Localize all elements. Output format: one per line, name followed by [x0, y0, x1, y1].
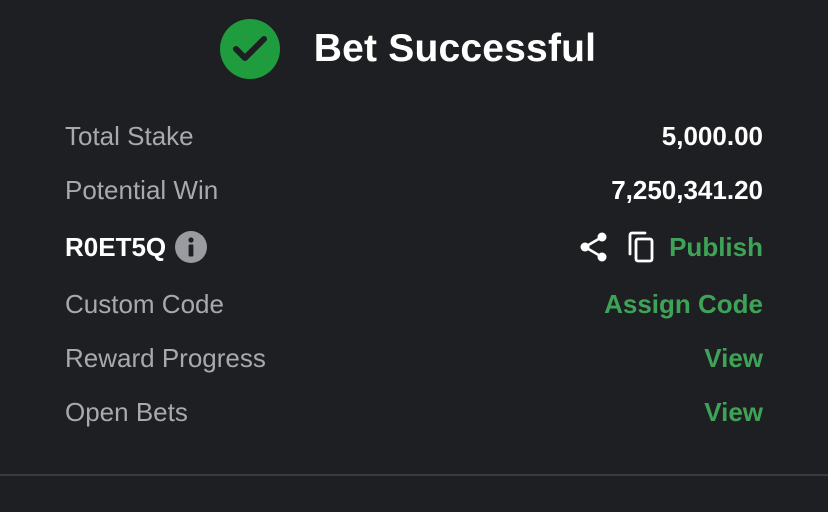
share-icon[interactable] [579, 231, 609, 263]
info-icon[interactable] [175, 231, 208, 263]
custom-code-row: Custom Code Assign Code [65, 284, 763, 324]
assign-code-button[interactable]: Assign Code [604, 289, 763, 320]
divider [0, 474, 828, 476]
open-bets-label: Open Bets [65, 396, 188, 427]
total-stake-row: Total Stake 5,000.00 [65, 116, 763, 156]
open-bets-view-button[interactable]: View [704, 397, 763, 428]
check-circle-icon [219, 19, 280, 79]
bet-success-panel: Bet Successful Total Stake 5,000.00 Pote… [0, 0, 828, 512]
page-title: Bet Successful [313, 27, 597, 70]
potential-win-row: Potential Win 7,250,341.20 [65, 170, 763, 210]
total-stake-value: 5,000.00 [661, 120, 763, 151]
copy-icon[interactable] [627, 230, 655, 264]
publish-button[interactable]: Publish [669, 232, 763, 263]
booking-code-row: R0ET5Q Publish [65, 227, 763, 267]
potential-win-value: 7,250,341.20 [611, 174, 763, 205]
reward-progress-view-button[interactable]: View [704, 343, 763, 374]
header: Bet Successful [0, 18, 828, 80]
reward-progress-row: Reward Progress View [65, 338, 763, 378]
custom-code-label: Custom Code [65, 288, 224, 319]
reward-progress-label: Reward Progress [65, 342, 266, 373]
booking-code-text: R0ET5Q [65, 231, 167, 262]
potential-win-label: Potential Win [65, 174, 219, 205]
total-stake-label: Total Stake [65, 120, 194, 151]
booking-code: R0ET5Q [65, 231, 208, 263]
booking-code-actions: Publish [579, 230, 763, 264]
open-bets-row: Open Bets View [65, 392, 763, 432]
